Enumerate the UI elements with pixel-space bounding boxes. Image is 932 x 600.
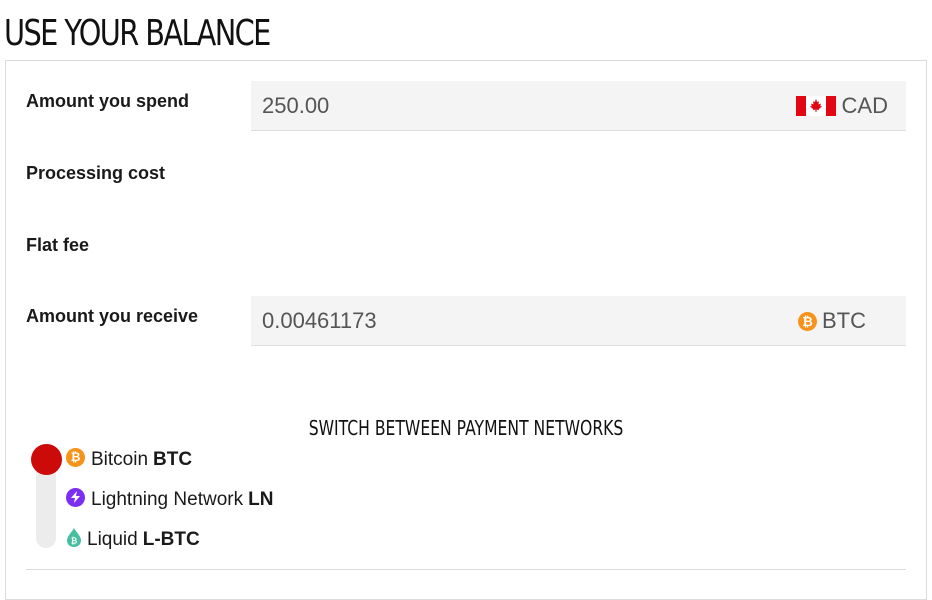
svg-text:₿: ₿ — [70, 536, 77, 545]
spend-amount-input[interactable]: 250.00 — [262, 93, 329, 119]
lightning-icon — [66, 487, 85, 507]
network-name: Lightning Network — [91, 489, 244, 510]
network-switch-title: SWITCH BETWEEN PAYMENT NETWORKS — [308, 416, 624, 440]
network-option-lightning[interactable]: Lightning Network LN — [66, 487, 274, 511]
bitcoin-icon: ₿ — [66, 447, 85, 467]
liquid-drop-icon: ₿ — [66, 527, 81, 547]
receive-currency-code: BTC — [822, 308, 866, 333]
section-divider — [26, 569, 906, 570]
spend-currency-code: CAD — [841, 93, 888, 118]
receive-currency: ₿ BTC — [798, 308, 866, 334]
spend-field[interactable]: 250.00 CAD — [251, 81, 906, 131]
network-option-liquid[interactable]: ₿ Liquid L-BTC — [66, 527, 200, 551]
network-code: BTC — [153, 449, 193, 470]
receive-amount-input[interactable]: 0.00461173 — [262, 308, 377, 334]
network-name: Bitcoin — [91, 449, 149, 470]
network-option-bitcoin[interactable]: ₿ Bitcoin BTC — [66, 447, 193, 471]
network-code: L-BTC — [142, 529, 200, 550]
network-slider-knob[interactable] — [31, 444, 62, 475]
page-title: USE YOUR BALANCE — [4, 13, 271, 54]
canada-flag-icon — [795, 96, 836, 116]
network-name: Liquid — [87, 529, 138, 550]
spend-currency: CAD — [795, 93, 888, 119]
receive-label: Amount you receive — [26, 306, 199, 326]
receive-field[interactable]: 0.00461173 ₿ BTC — [251, 296, 906, 346]
processing-cost-label: Processing cost — [26, 163, 166, 183]
network-code: LN — [248, 489, 274, 510]
spend-label: Amount you spend — [26, 91, 189, 111]
bitcoin-icon: ₿ — [798, 311, 817, 331]
flat-fee-label: Flat fee — [26, 235, 90, 255]
